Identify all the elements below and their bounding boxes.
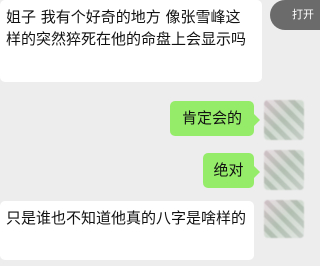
received-message-bubble[interactable]: 姐子 我有个好奇的地方 像张雪峰这样的突然猝死在他的命盘上会显示吗 [0, 0, 262, 82]
received-message-bubble[interactable]: 只是谁也不知道他真的八字是啥样的 [0, 201, 254, 260]
sent-message-bubble[interactable]: 肯定会的 [170, 101, 260, 136]
avatar[interactable] [264, 150, 304, 190]
open-button[interactable]: 打开 [270, 0, 320, 30]
chat-view: 姐子 我有个好奇的地方 像张雪峰这样的突然猝死在他的命盘上会显示吗 打开 肯定会… [0, 0, 320, 266]
avatar[interactable] [264, 200, 304, 238]
avatar[interactable] [264, 100, 304, 140]
sent-message-bubble[interactable]: 绝对 [203, 153, 260, 188]
